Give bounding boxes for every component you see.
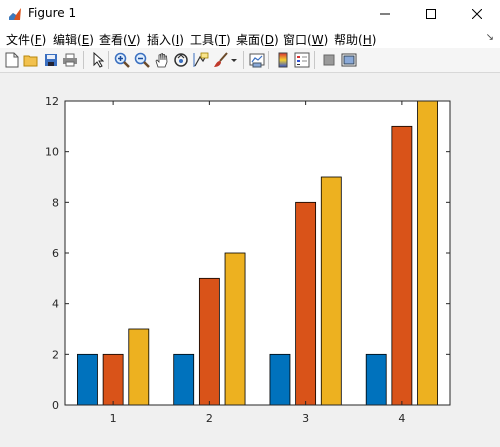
bar-s3-c3[interactable] [320, 176, 342, 406]
menu-file[interactable]: 文件(F) [6, 31, 46, 48]
window-title: Figure 1 [28, 6, 77, 20]
brush-icon[interactable] [212, 51, 229, 68]
x-tick-label: 2 [206, 412, 213, 425]
zoom-in-icon[interactable] [113, 51, 130, 68]
bar-s2-c2[interactable] [198, 277, 220, 406]
toolbar-separator [108, 51, 109, 69]
close-button[interactable] [454, 0, 500, 28]
y-tick-label: 0 [52, 399, 59, 412]
legend-icon[interactable] [293, 51, 310, 68]
toolbar-separator [268, 51, 269, 69]
hide-plot-tools-icon[interactable] [320, 51, 337, 68]
bar-s2-c3[interactable] [295, 201, 317, 406]
select-pointer-icon[interactable] [89, 51, 106, 68]
menu-insert[interactable]: 插入(I) [147, 31, 184, 48]
bar-s1-c3[interactable] [269, 353, 291, 406]
toolbar-separator [83, 51, 84, 69]
pan-hand-icon[interactable] [153, 51, 170, 68]
menu-desktop[interactable]: 桌面(D) [236, 31, 279, 48]
menu-window[interactable]: 窗口(W) [283, 31, 328, 48]
x-tick-label: 4 [398, 412, 405, 425]
bar-s3-c1[interactable] [128, 328, 150, 406]
y-tick-label: 4 [52, 298, 59, 311]
data-cursor-icon[interactable] [192, 51, 209, 68]
dock-figure-icon[interactable]: ↘ [486, 32, 494, 43]
bar-s1-c1[interactable] [77, 353, 98, 406]
open-file-icon[interactable] [22, 51, 39, 68]
minimize-icon [380, 13, 390, 15]
menu-bar: 文件(F) 编辑(E) 查看(V) 插入(I) 工具(T) 桌面(D) 窗口(W… [0, 28, 500, 48]
rotate-3d-icon[interactable] [172, 51, 189, 68]
menu-tools[interactable]: 工具(T) [190, 31, 231, 48]
show-plot-tools-icon[interactable] [340, 51, 357, 68]
minimize-button[interactable] [362, 0, 408, 28]
print-icon[interactable] [61, 51, 78, 68]
bar-s1-c4[interactable] [365, 353, 387, 406]
new-figure-icon[interactable] [3, 51, 20, 68]
y-tick-label: 8 [52, 196, 59, 209]
bar-s3-c4[interactable] [417, 100, 438, 406]
x-tick-label: 1 [110, 412, 117, 425]
brush-dropdown-icon[interactable] [229, 51, 239, 68]
bar-chart: 0246810121 2 3 4 [45, 95, 451, 425]
bar-s3-c2[interactable] [224, 252, 246, 406]
link-plot-icon[interactable] [248, 51, 265, 68]
y-tick-label: 12 [45, 95, 59, 108]
toolbar-separator [243, 51, 244, 69]
colorbar-icon[interactable] [274, 51, 291, 68]
save-icon[interactable] [42, 51, 59, 68]
y-tick-label: 6 [52, 247, 59, 260]
toolbar-separator [314, 51, 315, 69]
maximize-button[interactable] [408, 0, 454, 28]
zoom-out-icon[interactable] [133, 51, 150, 68]
menu-help[interactable]: 帮助(H) [334, 31, 376, 48]
x-tick-label: 3 [302, 412, 309, 425]
bar-s2-c4[interactable] [391, 125, 413, 406]
maximize-icon [426, 9, 436, 19]
matlab-app-icon [9, 8, 21, 20]
menu-edit[interactable]: 编辑(E) [53, 31, 94, 48]
y-tick-label: 2 [52, 348, 59, 361]
menu-view[interactable]: 查看(V) [99, 31, 141, 48]
bar-s1-c2[interactable] [173, 353, 195, 406]
y-tick-label: 10 [45, 146, 59, 159]
close-icon [472, 9, 482, 19]
figure-toolbar [0, 48, 500, 73]
title-bar: Figure 1 [0, 0, 500, 28]
bar-s2-c1[interactable] [102, 353, 124, 406]
